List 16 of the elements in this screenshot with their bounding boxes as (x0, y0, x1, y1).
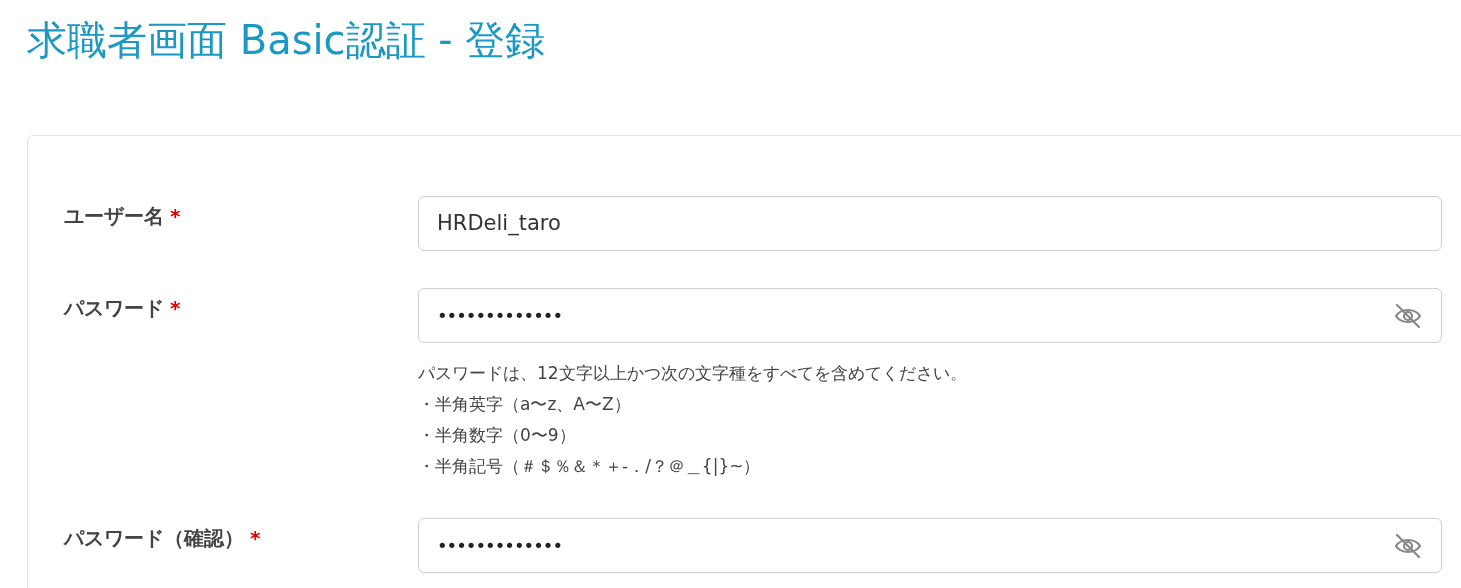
hidden-eye-icon[interactable] (1393, 302, 1423, 329)
password-field[interactable]: ••••••••••••• (418, 518, 1442, 573)
field-label: ユーザー名 (64, 203, 164, 230)
password-field[interactable]: ••••••••••••• (418, 288, 1442, 343)
hint-text: ・半角数字（0〜9） (418, 424, 576, 447)
required-mark: * (250, 525, 261, 552)
field-label: パスワード (64, 295, 164, 322)
field-label: パスワード（確認） (64, 525, 244, 552)
required-mark: * (170, 295, 181, 322)
hint-text: ・半角英字（a〜z、A〜Z） (418, 393, 631, 416)
input-field[interactable]: HRDeli_taro (418, 196, 1442, 251)
page-title: 求職者画面 Basic認証 - 登録 (26, 16, 547, 65)
required-mark: * (170, 203, 181, 230)
hidden-eye-icon[interactable] (1393, 532, 1423, 559)
hint-text: ・半角記号（＃＄％＆＊＋-．/？＠＿{|}~） (418, 455, 761, 478)
hint-text: パスワードは、12文字以上かつ次の文字種をすべてを含めてください。 (418, 362, 967, 385)
